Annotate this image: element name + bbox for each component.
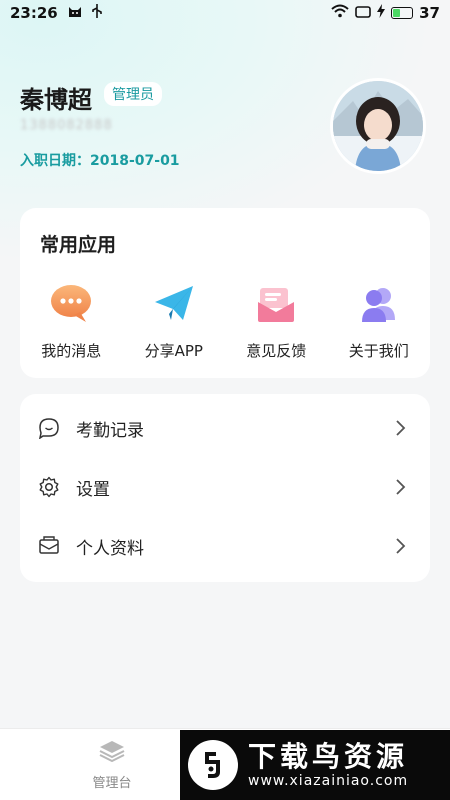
watermark-banner: 下载鸟资源 www.xiazainiao.com (180, 730, 450, 800)
app-label: 分享APP (144, 342, 203, 360)
bird-logo-icon (188, 740, 238, 790)
charging-icon (377, 4, 386, 22)
user-name: 秦博超 (20, 86, 92, 114)
watermark-title: 下载鸟资源 (248, 740, 409, 773)
mail-icon (38, 535, 60, 557)
app-share[interactable]: 分享APP (123, 282, 226, 361)
notification-cat-icon (68, 4, 82, 22)
chat-bubble-icon (49, 282, 93, 326)
menu-card: 考勤记录 设置 个人资料 (20, 394, 430, 582)
paper-plane-icon (152, 282, 196, 326)
watermark-url: www.xiazainiao.com (248, 773, 409, 789)
gear-icon (38, 476, 60, 498)
chevron-right-icon (390, 536, 410, 556)
app-about-us[interactable]: 关于我们 (328, 282, 431, 361)
phone-number: 1388082888 (20, 118, 113, 133)
join-date: 入职日期：2018-07-01 (20, 153, 180, 169)
chat-smile-icon (38, 417, 60, 439)
avatar[interactable] (330, 78, 426, 174)
app-label: 关于我们 (348, 342, 409, 360)
sim-icon (355, 4, 371, 22)
apps-grid: 我的消息 分享APP 意见反馈 关于我们 (20, 282, 430, 361)
envelope-icon (254, 282, 298, 326)
menu-item-profile[interactable]: 个人资料 (20, 517, 430, 575)
app-label: 我的消息 (41, 342, 102, 360)
usb-icon (91, 4, 102, 22)
wifi-icon (331, 4, 349, 22)
menu-item-settings[interactable]: 设置 (20, 458, 430, 516)
role-badge: 管理员 (104, 82, 162, 106)
menu-label: 个人资料 (76, 538, 144, 559)
menu-item-attendance[interactable]: 考勤记录 (20, 399, 430, 457)
menu-label: 考勤记录 (76, 420, 144, 441)
battery-icon (391, 7, 414, 19)
tab-dashboard[interactable]: 管理台 (70, 729, 154, 800)
people-icon (357, 282, 401, 326)
app-my-messages[interactable]: 我的消息 (20, 282, 123, 361)
app-feedback[interactable]: 意见反馈 (225, 282, 328, 361)
menu-label: 设置 (76, 479, 110, 500)
battery-percent: 37 (419, 4, 440, 22)
layers-icon (99, 740, 125, 766)
tab-label: 管理台 (92, 775, 132, 791)
status-time: 23:26 (10, 4, 58, 22)
app-label: 意见反馈 (246, 342, 307, 360)
profile-header: 秦博超 管理员 1388082888 入职日期：2018-07-01 (20, 78, 430, 178)
common-apps-card: 常用应用 我的消息 分享APP 意见反馈 关于我们 (20, 208, 430, 378)
apps-title: 常用应用 (40, 234, 117, 256)
chevron-right-icon (390, 477, 410, 497)
chevron-right-icon (390, 418, 410, 438)
status-bar: 23:26 37 (0, 0, 450, 26)
